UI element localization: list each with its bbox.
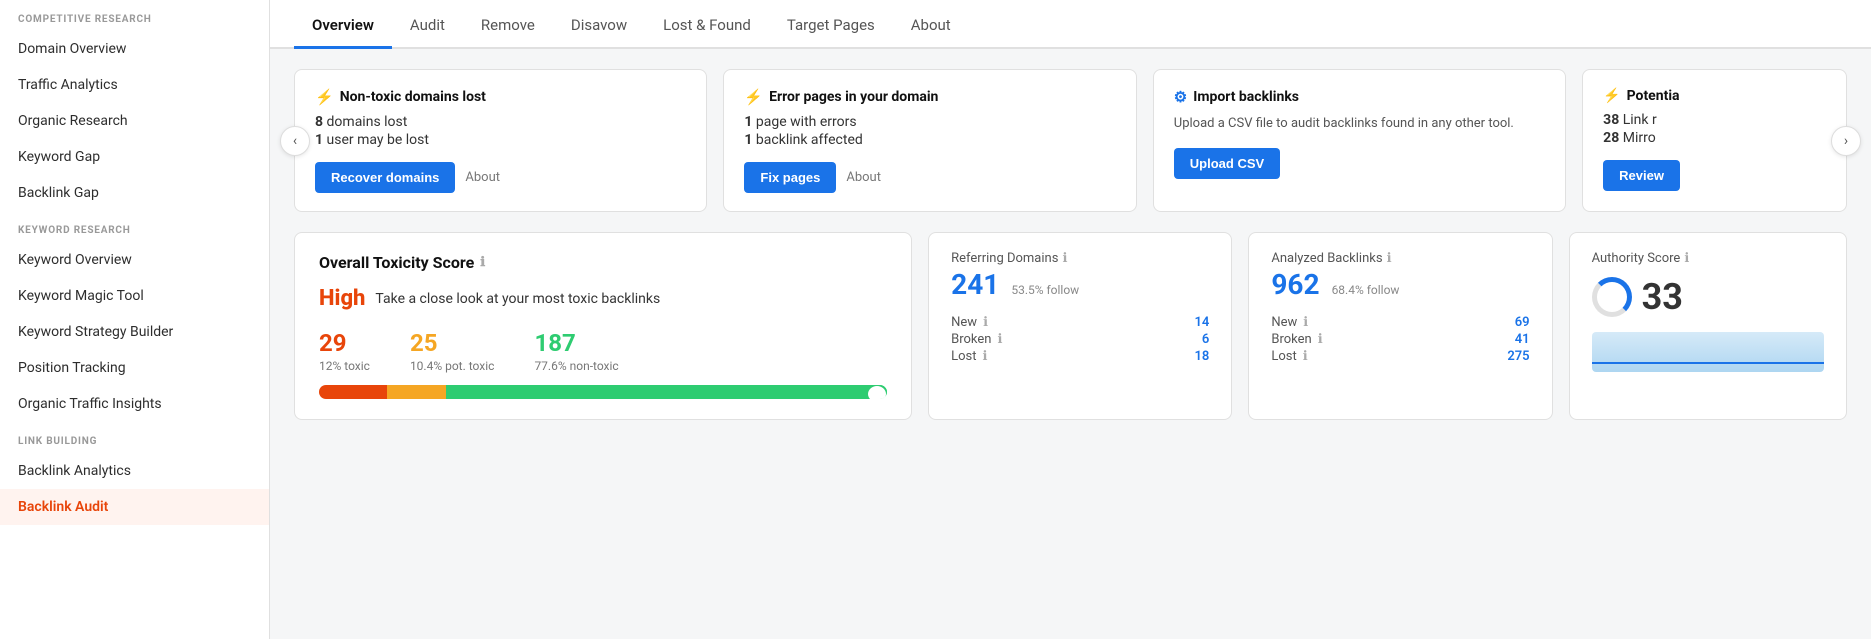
sidebar-item-organic-research[interactable]: Organic Research bbox=[0, 103, 269, 139]
sidebar-section-label: LINK BUILDING bbox=[0, 422, 269, 453]
review-button[interactable]: Review bbox=[1603, 160, 1680, 191]
tab-overview[interactable]: Overview bbox=[294, 0, 392, 49]
ab-broken-row: Broken ℹ 41 bbox=[1271, 332, 1529, 347]
tox-stat-pot-toxic: 25 10.4% pot. toxic bbox=[410, 329, 495, 373]
sidebar-item-keyword-gap[interactable]: Keyword Gap bbox=[0, 139, 269, 175]
ref-broken-row: Broken ℹ 6 bbox=[951, 332, 1209, 347]
bar-red bbox=[319, 385, 387, 399]
ab-new-info[interactable]: ℹ bbox=[1303, 315, 1308, 330]
about-link-1[interactable]: About bbox=[465, 170, 500, 185]
tab-about[interactable]: About bbox=[893, 0, 969, 49]
tox-stat-toxic: 29 12% toxic bbox=[319, 329, 370, 373]
sidebar-item-position-tracking[interactable]: Position Tracking bbox=[0, 350, 269, 386]
alert-card-title-4: ⚡ Potentia bbox=[1603, 88, 1826, 104]
authority-score-card: Authority Score ℹ 33 bbox=[1569, 232, 1847, 420]
nav-arrow-left[interactable]: ‹ bbox=[280, 126, 310, 156]
recover-domains-button[interactable]: Recover domains bbox=[315, 162, 455, 193]
upload-csv-button[interactable]: Upload CSV bbox=[1174, 148, 1280, 179]
bolt-icon-2: ⚡ bbox=[744, 88, 763, 106]
tab-target-pages[interactable]: Target Pages bbox=[769, 0, 893, 49]
tab-remove[interactable]: Remove bbox=[463, 0, 553, 49]
bar-green bbox=[446, 385, 887, 399]
bottom-row: Overall Toxicity Score ℹ High Take a clo… bbox=[294, 232, 1847, 420]
tab-audit[interactable]: Audit bbox=[392, 0, 463, 49]
bolt-icon-3: ⚡ bbox=[1603, 88, 1620, 104]
sidebar-section-label: KEYWORD RESEARCH bbox=[0, 211, 269, 242]
tox-stat-non-toxic: 187 77.6% non-toxic bbox=[534, 329, 618, 373]
ref-lost-info[interactable]: ℹ bbox=[983, 349, 988, 364]
sidebar: COMPETITIVE RESEARCHDomain OverviewTraff… bbox=[0, 0, 270, 639]
tabs-bar: OverviewAuditRemoveDisavowLost & FoundTa… bbox=[270, 0, 1871, 49]
ref-domains-info-icon[interactable]: ℹ bbox=[1062, 251, 1067, 266]
authority-info-icon[interactable]: ℹ bbox=[1684, 251, 1689, 266]
ref-new-row: New ℹ 14 bbox=[951, 315, 1209, 330]
alert-card-title: ⚡ Non-toxic domains lost bbox=[315, 88, 686, 106]
ref-new-info[interactable]: ℹ bbox=[983, 315, 988, 330]
main-content: OverviewAuditRemoveDisavowLost & FoundTa… bbox=[270, 0, 1871, 639]
sidebar-item-keyword-overview[interactable]: Keyword Overview bbox=[0, 242, 269, 278]
alert-card-potential: ⚡ Potentia 38 Link r 28 Mirro Review bbox=[1582, 69, 1847, 212]
nav-arrow-right[interactable]: › bbox=[1831, 126, 1861, 156]
sidebar-item-keyword-magic-tool[interactable]: Keyword Magic Tool bbox=[0, 278, 269, 314]
toxicity-stats: 29 12% toxic 25 10.4% pot. toxic 187 77.… bbox=[319, 329, 887, 373]
toxicity-card: Overall Toxicity Score ℹ High Take a clo… bbox=[294, 232, 912, 420]
toxicity-title: Overall Toxicity Score ℹ bbox=[319, 253, 887, 272]
alert-card-import: ⚙ Import backlinks Upload a CSV file to … bbox=[1153, 69, 1566, 212]
analyzed-backlinks-block: Analyzed Backlinks ℹ 962 68.4% follow bbox=[1271, 251, 1529, 301]
ab-lost-info[interactable]: ℹ bbox=[1303, 349, 1308, 364]
bar-orange bbox=[387, 385, 446, 399]
referring-domains-card: Referring Domains ℹ 241 53.5% follow New… bbox=[928, 232, 1232, 420]
authority-mini-chart bbox=[1592, 332, 1824, 372]
fix-pages-button[interactable]: Fix pages bbox=[744, 162, 836, 193]
analyzed-backlinks-card: Analyzed Backlinks ℹ 962 68.4% follow Ne… bbox=[1248, 232, 1552, 420]
alert-cards-row: ‹ ⚡ Non-toxic domains lost 8 domains los… bbox=[294, 69, 1847, 212]
tab-disavow[interactable]: Disavow bbox=[553, 0, 645, 49]
ab-lost-row: Lost ℹ 275 bbox=[1271, 349, 1529, 364]
sidebar-section-label: COMPETITIVE RESEARCH bbox=[0, 0, 269, 31]
sidebar-item-keyword-strategy-builder[interactable]: Keyword Strategy Builder bbox=[0, 314, 269, 350]
toxicity-bar bbox=[319, 385, 887, 399]
ab-broken-info[interactable]: ℹ bbox=[1318, 332, 1323, 347]
toxicity-info-icon[interactable]: ℹ bbox=[480, 255, 485, 270]
alert-card-non-toxic: ⚡ Non-toxic domains lost 8 domains lost … bbox=[294, 69, 707, 212]
sidebar-item-domain-overview[interactable]: Domain Overview bbox=[0, 31, 269, 67]
tab-lost-found[interactable]: Lost & Found bbox=[645, 0, 769, 49]
ref-lost-row: Lost ℹ 18 bbox=[951, 349, 1209, 364]
alert-card-title-2: ⚡ Error pages in your domain bbox=[744, 88, 1115, 106]
sidebar-item-backlink-gap[interactable]: Backlink Gap bbox=[0, 175, 269, 211]
content-area: ‹ ⚡ Non-toxic domains lost 8 domains los… bbox=[270, 49, 1871, 639]
referring-domains-block: Referring Domains ℹ 241 53.5% follow bbox=[951, 251, 1209, 301]
ab-new-row: New ℹ 69 bbox=[1271, 315, 1529, 330]
alert-card-error-pages: ⚡ Error pages in your domain 1 page with… bbox=[723, 69, 1136, 212]
sidebar-item-traffic-analytics[interactable]: Traffic Analytics bbox=[0, 67, 269, 103]
authority-score-display: 33 bbox=[1592, 276, 1824, 318]
authority-chart-line bbox=[1592, 362, 1824, 364]
sidebar-item-organic-traffic-insights[interactable]: Organic Traffic Insights bbox=[0, 386, 269, 422]
alert-card-title-3: ⚙ Import backlinks bbox=[1174, 88, 1545, 106]
sidebar-item-backlink-analytics[interactable]: Backlink Analytics bbox=[0, 453, 269, 489]
about-link-2[interactable]: About bbox=[846, 170, 881, 185]
toxicity-level: High Take a close look at your most toxi… bbox=[319, 286, 887, 311]
authority-donut bbox=[1592, 277, 1632, 317]
analyzed-info-icon[interactable]: ℹ bbox=[1387, 251, 1392, 266]
sidebar-item-backlink-audit[interactable]: Backlink Audit bbox=[0, 489, 269, 525]
bolt-icon: ⚡ bbox=[315, 88, 334, 106]
ref-broken-info[interactable]: ℹ bbox=[997, 332, 1002, 347]
gear-icon: ⚙ bbox=[1174, 88, 1187, 106]
